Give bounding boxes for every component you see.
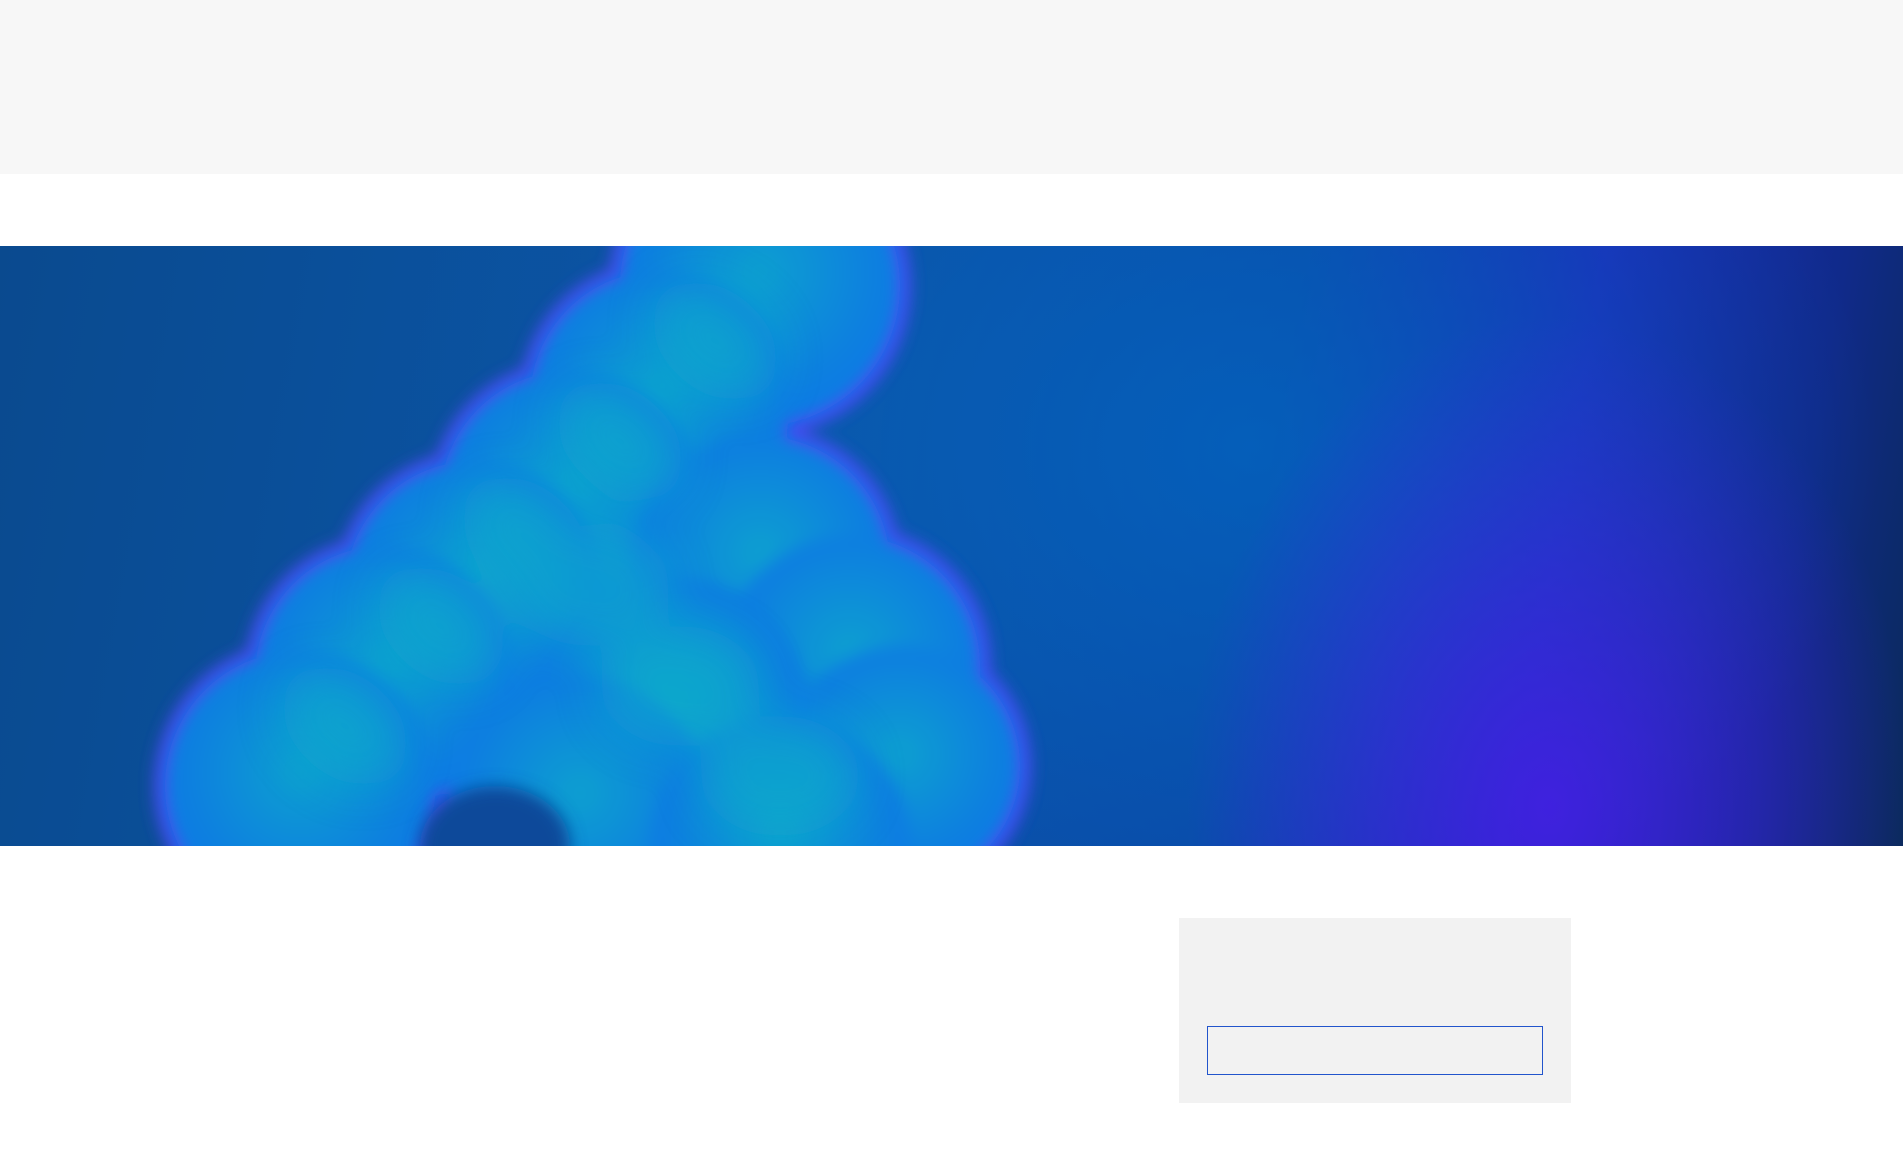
hero-banner bbox=[0, 246, 1903, 846]
hero-bubbles-image bbox=[155, 246, 1030, 846]
site-header bbox=[0, 0, 1903, 174]
panel-text-input[interactable] bbox=[1207, 1026, 1543, 1075]
sidebar-panel bbox=[1179, 918, 1571, 1103]
